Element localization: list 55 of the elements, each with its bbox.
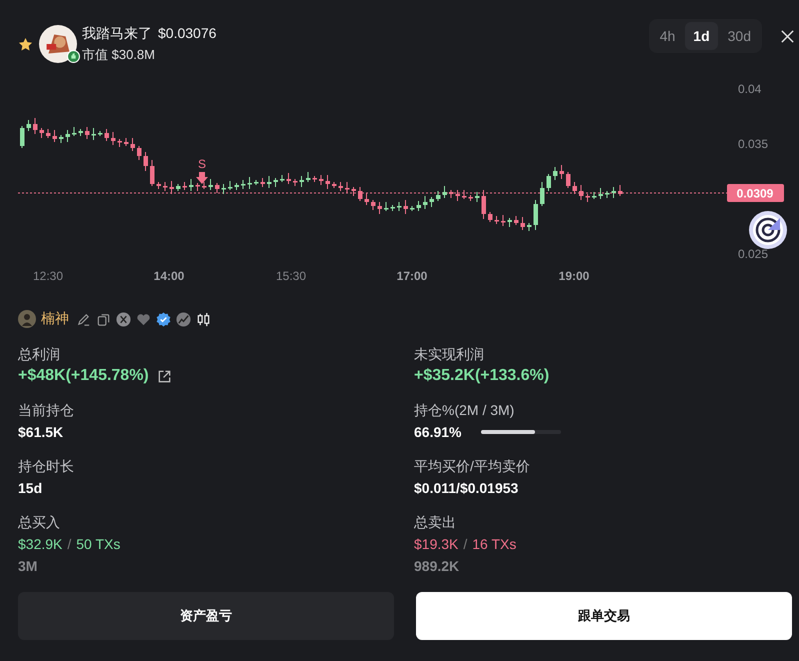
stat-label: 未实现利润 xyxy=(414,345,485,364)
pencil-icon[interactable] xyxy=(76,312,91,326)
token-name: 我踏马来了 xyxy=(82,24,152,42)
action-button[interactable]: 跟单交易 xyxy=(416,592,792,640)
chart-circle-icon[interactable] xyxy=(176,312,191,326)
stat-value: +$35.2K(+133.6%) xyxy=(414,366,550,386)
trader-name[interactable]: 楠神 xyxy=(41,310,69,328)
trade-amount: $19.3K xyxy=(414,535,458,554)
stat-label: 总买入 xyxy=(18,513,61,532)
stat-value: +$48K(+145.78%) xyxy=(18,366,149,386)
star-icon[interactable] xyxy=(18,36,33,52)
stat-label: 总利润 xyxy=(18,345,61,364)
copy-icon[interactable] xyxy=(96,312,111,326)
target-icon[interactable] xyxy=(749,211,787,249)
candlestick-icon[interactable] xyxy=(196,312,211,326)
stat-label: 持仓时长 xyxy=(18,457,75,476)
stat-value: $61.5K xyxy=(18,423,64,442)
x-logo-icon[interactable] xyxy=(116,312,131,326)
external-link-icon[interactable] xyxy=(156,368,172,384)
trade-count: 16 TXs xyxy=(472,535,516,554)
trade-volume: 989.2K xyxy=(414,557,460,576)
timeframe-tab[interactable]: 30d xyxy=(720,22,759,50)
trade-volume: 3M xyxy=(18,557,38,576)
trade-marker: S xyxy=(198,157,206,171)
axis-label: 19:00 xyxy=(558,269,590,283)
trade-amount: $32.9K xyxy=(18,535,62,554)
axis-label: 0.025 xyxy=(738,247,768,261)
trader-avatar xyxy=(18,310,36,328)
heart-icon[interactable] xyxy=(136,312,151,326)
close-icon[interactable] xyxy=(780,28,795,44)
slash-separator: / xyxy=(67,535,72,554)
trade-count: 50 TXs xyxy=(76,535,120,554)
axis-label: 15:30 xyxy=(276,269,306,283)
slash-separator: / xyxy=(463,535,468,554)
axis-label: 14:00 xyxy=(154,269,184,283)
price-tag: 0.0309 xyxy=(727,184,784,202)
hand-badge-icon xyxy=(67,50,80,63)
timeframe-tab[interactable]: 1d xyxy=(685,22,718,50)
stat-label: 平均买价/平均卖价 xyxy=(414,457,531,476)
down-arrow-icon xyxy=(196,172,208,184)
action-button[interactable]: 资产盈亏 xyxy=(18,592,394,640)
stat-label: 持仓%(2M / 3M) xyxy=(414,401,516,420)
axis-label: 0.035 xyxy=(738,137,768,151)
stat-label: 当前持仓 xyxy=(18,401,75,420)
axis-label: 17:00 xyxy=(396,269,428,283)
token-price: $0.03076 xyxy=(158,24,216,42)
stat-value: 66.91% xyxy=(414,423,462,442)
stat-value: 15d xyxy=(18,479,44,498)
stat-label: 总卖出 xyxy=(414,513,457,532)
timeframe-tab[interactable]: 4h xyxy=(652,22,684,50)
axis-label: 0.04 xyxy=(738,82,762,96)
token-avatar xyxy=(39,25,77,63)
market-cap: 市值 $30.8M xyxy=(82,46,156,64)
stat-value: $0.011/$0.01953 xyxy=(414,479,520,498)
axis-label: 12:30 xyxy=(32,269,64,283)
